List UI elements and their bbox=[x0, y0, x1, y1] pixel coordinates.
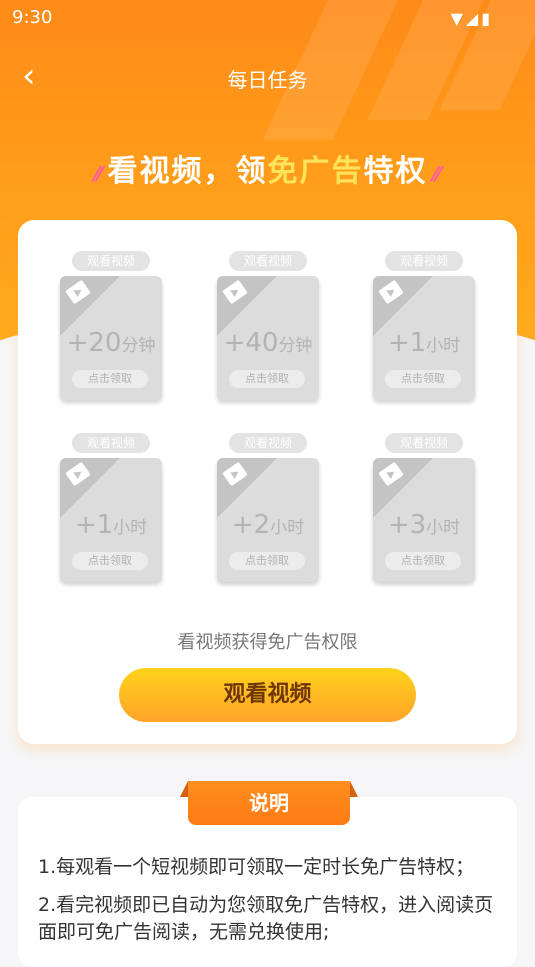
headline-part2: 特权 bbox=[363, 154, 428, 189]
reward-tag: 观看视频 bbox=[385, 433, 463, 453]
reward-amount: +40分钟 bbox=[223, 328, 313, 358]
claim-button[interactable]: 点击领取 bbox=[229, 552, 305, 570]
reward-tag: 观看视频 bbox=[72, 433, 150, 453]
status-time: 9:30 bbox=[12, 7, 53, 28]
headline-part1: 看视频，领 bbox=[107, 154, 268, 189]
claim-button[interactable]: 点击领取 bbox=[72, 552, 148, 570]
reward-amount: +2小时 bbox=[231, 510, 305, 540]
reward-item[interactable]: 观看视频 +40分钟 点击领取 bbox=[217, 251, 319, 401]
description-card: 说明 1.每观看一个短视频即可领取一定时长免广告特权； 2.看完视频即已自动为您… bbox=[18, 781, 517, 967]
reward-box[interactable]: +20分钟 点击领取 bbox=[60, 276, 162, 400]
reward-card: 观看视频 +20分钟 点击领取 观看视频 +40分钟 点击领取 观看视频 +1小… bbox=[18, 220, 517, 744]
description-line: 2.看完视频即已自动为您领取免广告特权，进入阅读页面即可免广告阅读，无需兑换使用… bbox=[38, 894, 494, 943]
reward-item[interactable]: 观看视频 +1小时 点击领取 bbox=[373, 251, 475, 401]
claim-button[interactable]: 点击领取 bbox=[72, 370, 148, 388]
reward-tag: 观看视频 bbox=[229, 251, 307, 271]
promo-headline: ⁄⁄ 看视频，领免广告特权 ⁄⁄ bbox=[0, 146, 535, 190]
reward-box[interactable]: +3小时 点击领取 bbox=[373, 458, 475, 582]
decor-right-icon: ⁄⁄ bbox=[433, 162, 441, 186]
claim-button[interactable]: 点击领取 bbox=[229, 370, 305, 388]
reward-box[interactable]: +2小时 点击领取 bbox=[217, 458, 319, 582]
reward-amount: +1小时 bbox=[387, 328, 461, 358]
claim-button[interactable]: 点击领取 bbox=[385, 552, 461, 570]
headline-highlight: 免广告 bbox=[267, 154, 364, 189]
reward-amount: +3小时 bbox=[387, 510, 461, 540]
reward-amount: +20分钟 bbox=[66, 328, 156, 358]
status-icons: ▼◢▮ bbox=[450, 9, 493, 28]
reward-item[interactable]: 观看视频 +1小时 点击领取 bbox=[60, 433, 162, 583]
reward-box[interactable]: +1小时 点击领取 bbox=[60, 458, 162, 582]
reward-amount: +1小时 bbox=[74, 510, 148, 540]
nav-bar: ‹ 每日任务 bbox=[0, 56, 535, 100]
description-title: 说明 bbox=[180, 781, 358, 825]
reward-hint: 看视频获得免广告权限 bbox=[177, 632, 358, 653]
watch-video-button[interactable]: 观看视频 bbox=[119, 668, 416, 722]
reward-item[interactable]: 观看视频 +20分钟 点击领取 bbox=[60, 251, 162, 401]
reward-item[interactable]: 观看视频 +3小时 点击领取 bbox=[373, 433, 475, 583]
claim-button[interactable]: 点击领取 bbox=[385, 370, 461, 388]
description-line: 1.每观看一个短视频即可领取一定时长免广告特权； bbox=[38, 856, 475, 878]
reward-tag: 观看视频 bbox=[385, 251, 463, 271]
decor-left-icon: ⁄⁄ bbox=[94, 162, 102, 186]
page-title: 每日任务 bbox=[227, 68, 308, 92]
reward-box[interactable]: +40分钟 点击领取 bbox=[217, 276, 319, 400]
reward-item[interactable]: 观看视频 +2小时 点击领取 bbox=[217, 433, 319, 583]
reward-box[interactable]: +1小时 点击领取 bbox=[373, 276, 475, 400]
status-bar: 9:30 ▼◢▮ bbox=[0, 0, 535, 36]
reward-tag: 观看视频 bbox=[72, 251, 150, 271]
reward-tag: 观看视频 bbox=[229, 433, 307, 453]
